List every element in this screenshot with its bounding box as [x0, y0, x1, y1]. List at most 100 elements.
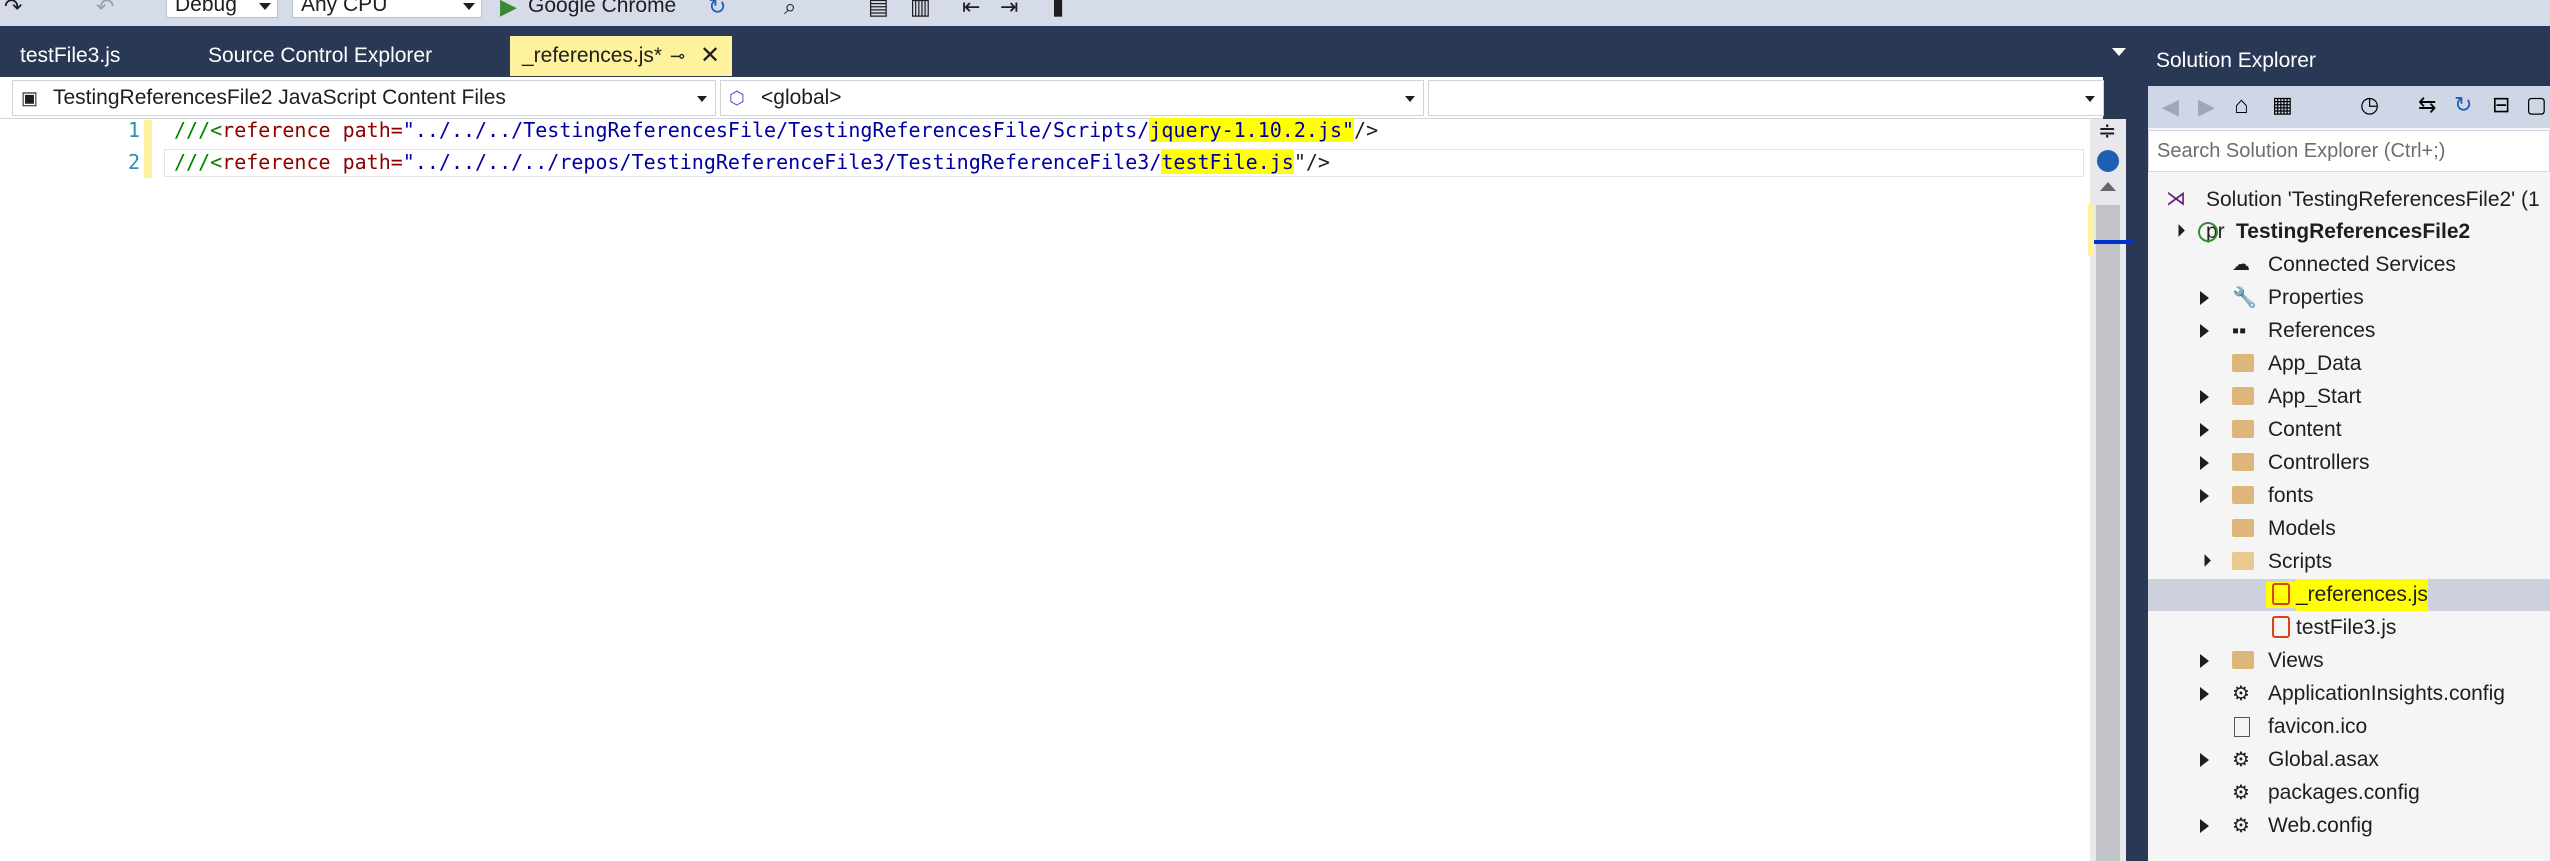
wrench-icon: 🔧: [2232, 287, 2257, 309]
expanded-arrow-icon[interactable]: [2172, 224, 2185, 237]
tab-source-control-explorer[interactable]: Source Control Explorer: [196, 36, 506, 76]
tree-item-properties[interactable]: 🔧 Properties: [2148, 282, 2550, 314]
folder-icon: [2232, 651, 2254, 669]
global-asax-icon: ⚙: [2232, 749, 2250, 771]
indent-icon[interactable]: ⇥: [1000, 0, 1018, 18]
folder-icon: [2232, 453, 2254, 471]
pending-changes-icon[interactable]: ◷: [2360, 92, 2379, 118]
project-node[interactable]: TestingReferencesFile2: [2148, 216, 2550, 248]
folder-icon: [2232, 519, 2254, 537]
folder-icon: [2232, 387, 2254, 405]
toolbar-icon[interactable]: ▤: [868, 0, 889, 18]
collapsed-arrow-icon[interactable]: [2200, 654, 2209, 668]
refresh-icon[interactable]: ↻: [2454, 92, 2472, 118]
breakpoint-icon[interactable]: [2097, 150, 2119, 172]
tree-item-references[interactable]: ▪▪ References: [2148, 315, 2550, 347]
collapse-all-icon[interactable]: ⊟: [2492, 92, 2510, 118]
show-all-files-icon[interactable]: ▢: [2526, 92, 2547, 118]
path-string: "../../../../repos/TestingReferenceFile3…: [402, 150, 1162, 174]
tree-item-label: Connected Services: [2268, 253, 2456, 276]
collapsed-arrow-icon[interactable]: [2200, 819, 2209, 833]
tree-item-global-asax[interactable]: ⚙ Global.asax: [2148, 744, 2550, 776]
tree-item-controllers[interactable]: Controllers: [2148, 447, 2550, 479]
code-editor[interactable]: [0, 119, 2090, 861]
navigate-back-icon[interactable]: ↶: [96, 0, 114, 18]
solution-node[interactable]: ⋊ Solution 'TestingReferencesFile2' (1 p…: [2148, 184, 2550, 243]
code-line-1[interactable]: ///<reference path="../../../TestingRefe…: [174, 118, 1378, 142]
tree-item-scripts[interactable]: Scripts: [2148, 546, 2550, 578]
comment-prefix: ///<: [174, 150, 223, 174]
namespace-icon: ⬡: [729, 88, 745, 108]
tree-item-web-config[interactable]: ⚙ Web.config: [2148, 810, 2550, 842]
cloud-icon: ☁: [2232, 254, 2250, 274]
solution-platform-dropdown[interactable]: Any CPU: [292, 0, 482, 18]
tree-item-views[interactable]: Views: [2148, 645, 2550, 677]
tree-item-favicon[interactable]: favicon.ico: [2148, 711, 2550, 743]
refresh-icon[interactable]: ↻: [708, 0, 726, 18]
tree-item-packages-config[interactable]: ⚙ packages.config: [2148, 777, 2550, 809]
js-file-icon: [2272, 583, 2290, 605]
references-icon: ▪▪: [2232, 320, 2247, 342]
expanded-arrow-icon[interactable]: [2198, 554, 2211, 567]
tree-item-testfile3-js[interactable]: testFile3.js: [2148, 612, 2550, 644]
solution-configuration-value: Debug: [175, 0, 237, 16]
find-icon[interactable]: ⌕: [784, 0, 796, 18]
tree-item-models[interactable]: Models: [2148, 513, 2550, 545]
split-window-icon[interactable]: ≑: [2098, 118, 2116, 144]
solution-explorer-search[interactable]: Search Solution Explorer (Ctrl+;): [2148, 130, 2550, 172]
close-icon[interactable]: ✕: [700, 36, 720, 76]
start-debugging-icon[interactable]: ▶: [500, 0, 517, 18]
tree-item-label: _references.js: [2296, 579, 2428, 611]
tree-item-references-js[interactable]: _references.js: [2148, 579, 2550, 611]
collapsed-arrow-icon[interactable]: [2200, 390, 2209, 404]
solution-explorer-title: Solution Explorer: [2148, 36, 2550, 86]
collapsed-arrow-icon[interactable]: [2200, 687, 2209, 701]
tab-overflow-icon[interactable]: [2112, 48, 2126, 56]
code-line-2[interactable]: ///<reference path="../../../../repos/Te…: [174, 150, 1330, 174]
toolbar-icon[interactable]: ▥: [910, 0, 931, 18]
change-tracking-margin: [144, 120, 152, 178]
tree-item-fonts[interactable]: fonts: [2148, 480, 2550, 512]
scrollbar-thumb[interactable]: [2096, 205, 2120, 861]
switch-views-icon[interactable]: ▦: [2272, 92, 2293, 118]
bookmark-icon[interactable]: ▮: [1052, 0, 1064, 18]
tab-references-js[interactable]: _references.js* ⊸ ✕: [510, 36, 732, 76]
js-file-icon: [2272, 616, 2290, 638]
pin-icon[interactable]: ⊸: [670, 36, 685, 76]
collapsed-arrow-icon[interactable]: [2200, 324, 2209, 338]
collapsed-arrow-icon[interactable]: [2200, 753, 2209, 767]
scroll-up-icon[interactable]: [2100, 182, 2116, 191]
sync-icon[interactable]: ⇆: [2418, 92, 2436, 118]
start-browser-button[interactable]: Google Chrome: [528, 0, 676, 18]
window-splitter[interactable]: [2138, 26, 2148, 861]
tree-item-label: fonts: [2268, 484, 2314, 507]
forward-icon[interactable]: ▶: [2198, 94, 2215, 120]
tree-item-label: Controllers: [2268, 451, 2370, 474]
redo-icon[interactable]: ↷: [4, 0, 22, 18]
project-dropdown-value: TestingReferencesFile2 JavaScript Conten…: [53, 86, 506, 109]
scope-dropdown[interactable]: ⬡ <global>: [720, 80, 1424, 116]
outdent-icon[interactable]: ⇤: [962, 0, 980, 18]
project-dropdown[interactable]: ▣ TestingReferencesFile2 JavaScript Cont…: [12, 80, 716, 116]
tree-item-applicationinsights-config[interactable]: ⚙ ApplicationInsights.config: [2148, 678, 2550, 710]
project-label: TestingReferencesFile2: [2236, 220, 2471, 243]
solution-configuration-dropdown[interactable]: Debug: [166, 0, 278, 18]
collapsed-arrow-icon[interactable]: [2200, 291, 2209, 305]
xml-attribute: path=: [330, 150, 403, 174]
tree-item-content[interactable]: Content: [2148, 414, 2550, 446]
tree-item-app-start[interactable]: App_Start: [2148, 381, 2550, 413]
collapsed-arrow-icon[interactable]: [2200, 489, 2209, 503]
collapsed-arrow-icon[interactable]: [2200, 456, 2209, 470]
tree-item-label: App_Data: [2268, 352, 2362, 375]
tab-label: Source Control Explorer: [208, 44, 433, 67]
collapsed-arrow-icon[interactable]: [2200, 423, 2209, 437]
home-icon[interactable]: ⌂: [2234, 92, 2249, 120]
tree-item-app-data[interactable]: App_Data: [2148, 348, 2550, 380]
tree-item-label: testFile3.js: [2296, 616, 2397, 639]
solution-explorer-toolbar: ◀ ▶ ⌂ ▦ ◷ ⇆ ↻ ⊟ ▢: [2148, 86, 2550, 128]
back-icon[interactable]: ◀: [2162, 94, 2179, 120]
tab-testfile3[interactable]: testFile3.js: [8, 36, 198, 76]
tree-item-connected-services[interactable]: ☁ Connected Services: [2148, 249, 2550, 281]
web-project-icon: [2198, 222, 2218, 242]
member-dropdown[interactable]: [1428, 80, 2104, 116]
